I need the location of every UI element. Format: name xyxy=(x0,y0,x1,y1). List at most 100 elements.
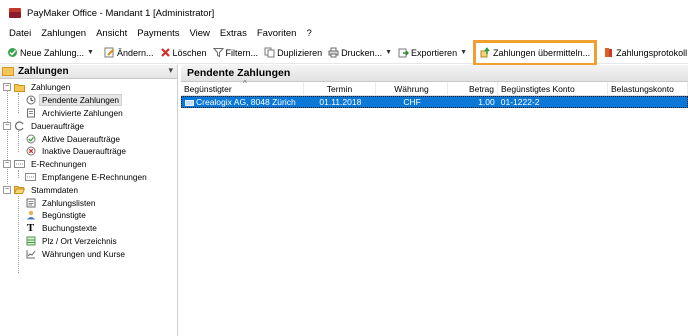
column-header-waehrung[interactable]: Währung xyxy=(376,82,448,95)
table-row[interactable]: Crealogix AG, 8048 Zürich 01.11.2018 CHF… xyxy=(181,96,688,108)
duplicate-icon xyxy=(264,47,275,58)
tree-item-pendente-zahlungen[interactable]: Pendente Zahlungen xyxy=(0,94,177,107)
toolbar: Neue Zahlung... ▼ Ändern... Löschen Filt… xyxy=(0,39,688,66)
menu-favoriten[interactable]: Favoriten xyxy=(252,26,302,42)
delete-label: Löschen xyxy=(172,47,207,58)
payments-panel: Pendente Zahlungen ^ Begünstigter Termin… xyxy=(181,65,688,336)
filter-icon xyxy=(212,47,224,58)
menu-view[interactable]: View xyxy=(185,26,215,42)
new-payment-icon xyxy=(7,47,18,58)
export-button[interactable]: Exportieren ▼ xyxy=(395,44,470,62)
payment-row-icon xyxy=(185,99,194,106)
menu-ansicht[interactable]: Ansicht xyxy=(91,26,132,42)
edit-button[interactable]: Ändern... xyxy=(101,44,157,62)
collapse-icon[interactable]: − xyxy=(3,121,11,130)
tree-label: Buchungstexte xyxy=(42,223,97,234)
column-header-beguenstigtes-konto[interactable]: Begünstigtes Konto xyxy=(498,82,608,95)
text-icon: T xyxy=(26,222,35,235)
tree-item-plz-ort[interactable]: Plz / Ort Verzeichnis xyxy=(0,235,177,248)
transmit-label: Zahlungen übermitteln... xyxy=(493,47,591,58)
pending-payments-icon xyxy=(25,95,36,105)
export-icon xyxy=(398,47,410,58)
collapse-icon[interactable]: − xyxy=(3,185,11,194)
menu-zahlungen[interactable]: Zahlungen xyxy=(36,26,91,42)
open-folder-icon xyxy=(14,185,25,195)
table-header: ^ Begünstigter Termin Währung Betrag Beg… xyxy=(181,79,688,96)
tree-item-archivierte-zahlungen[interactable]: Archivierte Zahlungen xyxy=(0,107,177,120)
duplicate-button[interactable]: Duplizieren xyxy=(261,44,325,62)
received-e-bill-icon xyxy=(25,172,36,182)
tree-label: Empfangene E-Rechnungen xyxy=(42,171,147,182)
active-check-icon xyxy=(25,134,36,144)
list-icon xyxy=(25,198,36,208)
column-header-termin[interactable]: Termin xyxy=(304,82,376,95)
duplicate-label: Duplizieren xyxy=(277,47,323,58)
protocol-icon xyxy=(603,47,614,58)
menu-extras[interactable]: Extras xyxy=(215,26,252,42)
cell-beguenstigter: Crealogix AG, 8048 Zürich xyxy=(182,97,305,107)
transmit-payments-button[interactable]: Zahlungen übermitteln... xyxy=(473,39,598,66)
menu-payments[interactable]: Payments xyxy=(132,26,184,42)
tree-item-beguenstigte[interactable]: Begünstigte xyxy=(0,209,177,222)
standing-orders-icon xyxy=(14,121,25,131)
column-header-betrag[interactable]: Betrag xyxy=(448,82,498,95)
tree-label: Pendente Zahlungen xyxy=(39,94,123,107)
navigation-panel: Zahlungen ▾ − Zahlungen Pendente Zahlung… xyxy=(0,65,178,336)
cell-beguenstigtes-konto: 01-1222-2 xyxy=(500,97,540,107)
export-label: Exportieren xyxy=(411,47,458,58)
export-dropdown-icon[interactable]: ▼ xyxy=(460,49,467,56)
column-header-belastungskonto[interactable]: Belastungskonto xyxy=(608,82,688,95)
filter-button[interactable]: Filtern... xyxy=(210,44,262,62)
navigation-panel-header: Zahlungen ▾ xyxy=(0,65,177,79)
page-title: Pendente Zahlungen xyxy=(181,65,688,82)
tree-item-zahlungen[interactable]: − Zahlungen xyxy=(0,81,177,94)
tree-item-zahlungslisten[interactable]: Zahlungslisten xyxy=(0,196,177,209)
archive-icon xyxy=(25,108,36,118)
tree-label: Währungen und Kurse xyxy=(42,248,126,259)
tree-label: Zahlungen xyxy=(31,82,71,93)
tree-label: Zahlungslisten xyxy=(42,197,96,208)
tree-item-aktive-dauerauftraege[interactable]: Aktive Daueraufträge xyxy=(0,132,177,145)
new-payment-button[interactable]: Neue Zahlung... ▼ xyxy=(4,44,97,62)
print-button[interactable]: Drucken... ▼ xyxy=(325,44,395,62)
payment-protocol-button[interactable]: Zahlungsprotokoll xyxy=(600,44,688,62)
tree-item-dauerauftraege[interactable]: − Daueraufträge xyxy=(0,119,177,132)
transmit-icon xyxy=(480,47,491,58)
collapse-icon[interactable]: − xyxy=(3,160,11,169)
tree-item-buchungstexte[interactable]: T Buchungstexte xyxy=(0,222,177,235)
inactive-x-icon xyxy=(25,146,36,156)
cell-belastungskonto xyxy=(607,97,687,107)
directory-icon xyxy=(25,236,36,246)
tree-item-waehrungen[interactable]: Währungen und Kurse xyxy=(0,247,177,260)
tree-item-empfangene-e-rechnungen[interactable]: Empfangene E-Rechnungen xyxy=(0,171,177,184)
pin-icon[interactable]: ▾ xyxy=(168,65,173,76)
menu-help[interactable]: ? xyxy=(301,26,316,42)
folder-icon xyxy=(14,82,25,92)
navigation-tree: − Zahlungen Pendente Zahlungen Archivier… xyxy=(0,79,177,273)
navigation-panel-title: Zahlungen xyxy=(18,66,69,77)
tree-item-e-rechnungen[interactable]: − E-Rechnungen xyxy=(0,158,177,171)
edit-icon xyxy=(104,47,115,58)
tree-item-inaktive-dauerauftraege[interactable]: Inaktive Daueraufträge xyxy=(0,145,177,158)
sort-ascending-icon: ^ xyxy=(243,79,247,88)
delete-button[interactable]: Löschen xyxy=(157,44,210,62)
tree-label: Daueraufträge xyxy=(31,120,85,131)
window-title: PayMaker Office - Mandant 1 [Administrat… xyxy=(27,7,215,19)
new-payment-dropdown-icon[interactable]: ▼ xyxy=(87,49,94,56)
currency-chart-icon xyxy=(25,249,36,259)
app-logo-icon xyxy=(9,8,21,18)
tree-item-stammdaten[interactable]: − Stammdaten xyxy=(0,183,177,196)
tree-label: Inaktive Daueraufträge xyxy=(42,146,126,157)
print-dropdown-icon[interactable]: ▼ xyxy=(385,49,392,56)
cell-betrag: 1.00 xyxy=(478,97,495,107)
collapse-icon[interactable]: − xyxy=(3,83,11,92)
protocol-label: Zahlungsprotokoll xyxy=(616,47,688,58)
menu-datei[interactable]: Datei xyxy=(4,26,36,42)
e-bill-icon xyxy=(14,159,25,169)
print-icon xyxy=(328,47,339,58)
filter-label: Filtern... xyxy=(225,47,259,58)
tree-label: Archivierte Zahlungen xyxy=(42,107,123,118)
tree-label: E-Rechnungen xyxy=(31,159,87,170)
edit-label: Ändern... xyxy=(116,47,154,58)
tree-label: Stammdaten xyxy=(31,184,79,195)
